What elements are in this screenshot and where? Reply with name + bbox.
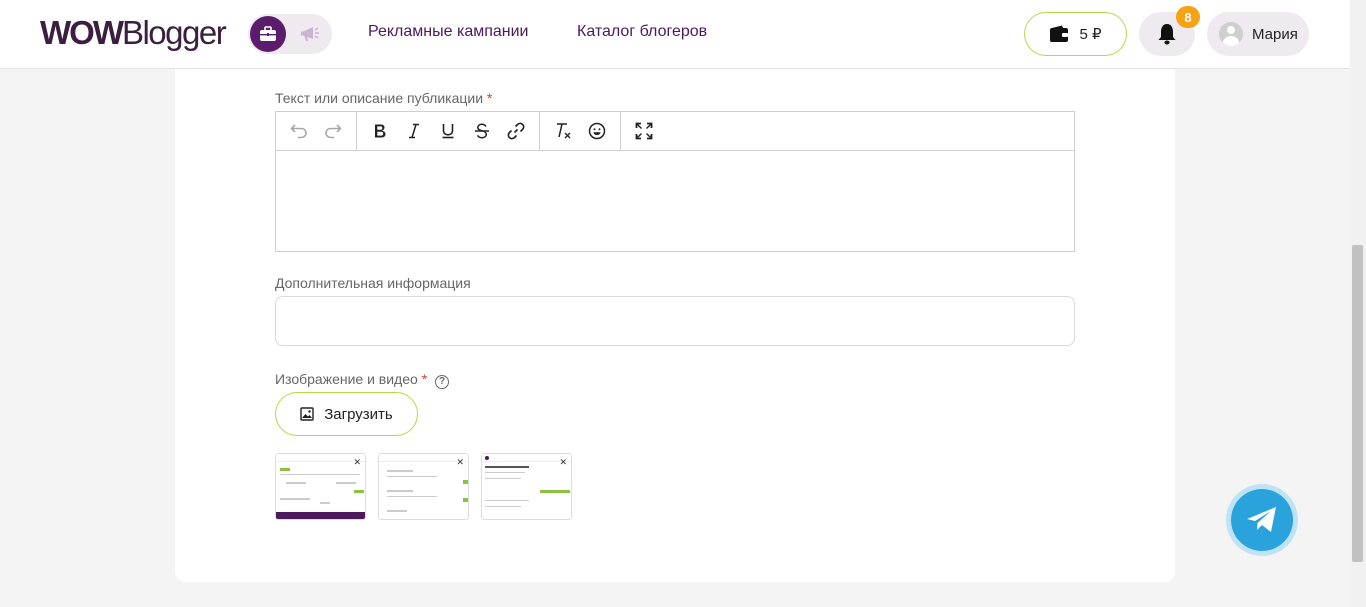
help-icon[interactable]: ? [435, 375, 450, 389]
emoji-icon[interactable] [580, 114, 614, 148]
telegram-button[interactable] [1226, 484, 1298, 556]
uploaded-image-thumbnail[interactable]: ✕ [481, 453, 572, 520]
strikethrough-icon[interactable] [465, 114, 499, 148]
uploaded-image-thumbnail[interactable]: ✕ [378, 453, 469, 520]
view-group [621, 112, 667, 151]
close-icon[interactable]: ✕ [353, 457, 361, 468]
bold-icon[interactable] [363, 114, 397, 148]
undo-icon[interactable] [282, 114, 316, 148]
italic-icon[interactable] [397, 114, 431, 148]
required-mark: * [486, 90, 493, 106]
bell-icon [1158, 24, 1176, 45]
extras-group [540, 111, 621, 151]
user-name: Мария [1252, 25, 1298, 43]
telegram-circle [1231, 489, 1293, 551]
text-field-label-text: Текст или описание публикации [275, 90, 484, 106]
underline-icon[interactable] [431, 114, 465, 148]
upload-button[interactable]: Загрузить [275, 392, 418, 436]
logo-bold-text: WOW [40, 14, 124, 51]
mode-switch [248, 14, 332, 54]
wallet-button[interactable]: 5 ₽ [1024, 12, 1127, 56]
nav-campaigns-link[interactable]: Рекламные кампании [368, 23, 528, 41]
additional-info-input[interactable] [275, 296, 1075, 346]
nav-bloggers-catalog-link[interactable]: Каталог блогеров [577, 23, 707, 41]
media-label: Изображение и видео * ? [275, 371, 450, 389]
image-icon [300, 407, 314, 421]
editor-toolbar [276, 111, 1074, 151]
briefcase-icon [260, 26, 276, 41]
notifications-count-badge: 8 [1176, 6, 1200, 28]
text-field-label: Текст или описание публикации * [275, 90, 492, 106]
clear-format-icon[interactable] [546, 114, 580, 148]
wallet-balance: 5 ₽ [1079, 26, 1102, 43]
advertiser-mode-button[interactable] [250, 16, 286, 52]
required-mark: * [421, 371, 428, 387]
media-label-text: Изображение и видео [275, 371, 418, 387]
megaphone-icon [301, 27, 319, 41]
editor-content-area[interactable] [276, 151, 1074, 251]
close-icon[interactable]: ✕ [559, 457, 567, 468]
logo[interactable]: WOW Blogger [40, 14, 227, 54]
uploaded-image-thumbnail[interactable]: ✕ [275, 453, 366, 520]
campaign-form-card: Текст или описание публикации * Дополнит… [175, 69, 1175, 582]
upload-button-label: Загрузить [324, 405, 393, 423]
scrollbar-thumb[interactable] [1352, 245, 1363, 562]
top-header: WOW Blogger Рекламные кампании Каталог бл… [0, 0, 1350, 69]
additional-info-label: Дополнительная информация [275, 275, 471, 291]
user-menu-button[interactable]: Мария [1207, 12, 1309, 56]
fullscreen-icon[interactable] [627, 114, 661, 148]
wallet-icon [1050, 25, 1069, 42]
rich-text-editor [275, 111, 1075, 252]
history-group [276, 111, 357, 151]
format-group [357, 111, 540, 151]
blogger-mode-button[interactable] [292, 16, 328, 52]
telegram-icon [1247, 507, 1276, 532]
avatar [1219, 22, 1243, 46]
link-icon[interactable] [499, 114, 533, 148]
redo-icon[interactable] [316, 114, 350, 148]
logo-regular-text: Blogger [121, 14, 227, 51]
close-icon[interactable]: ✕ [456, 457, 464, 468]
